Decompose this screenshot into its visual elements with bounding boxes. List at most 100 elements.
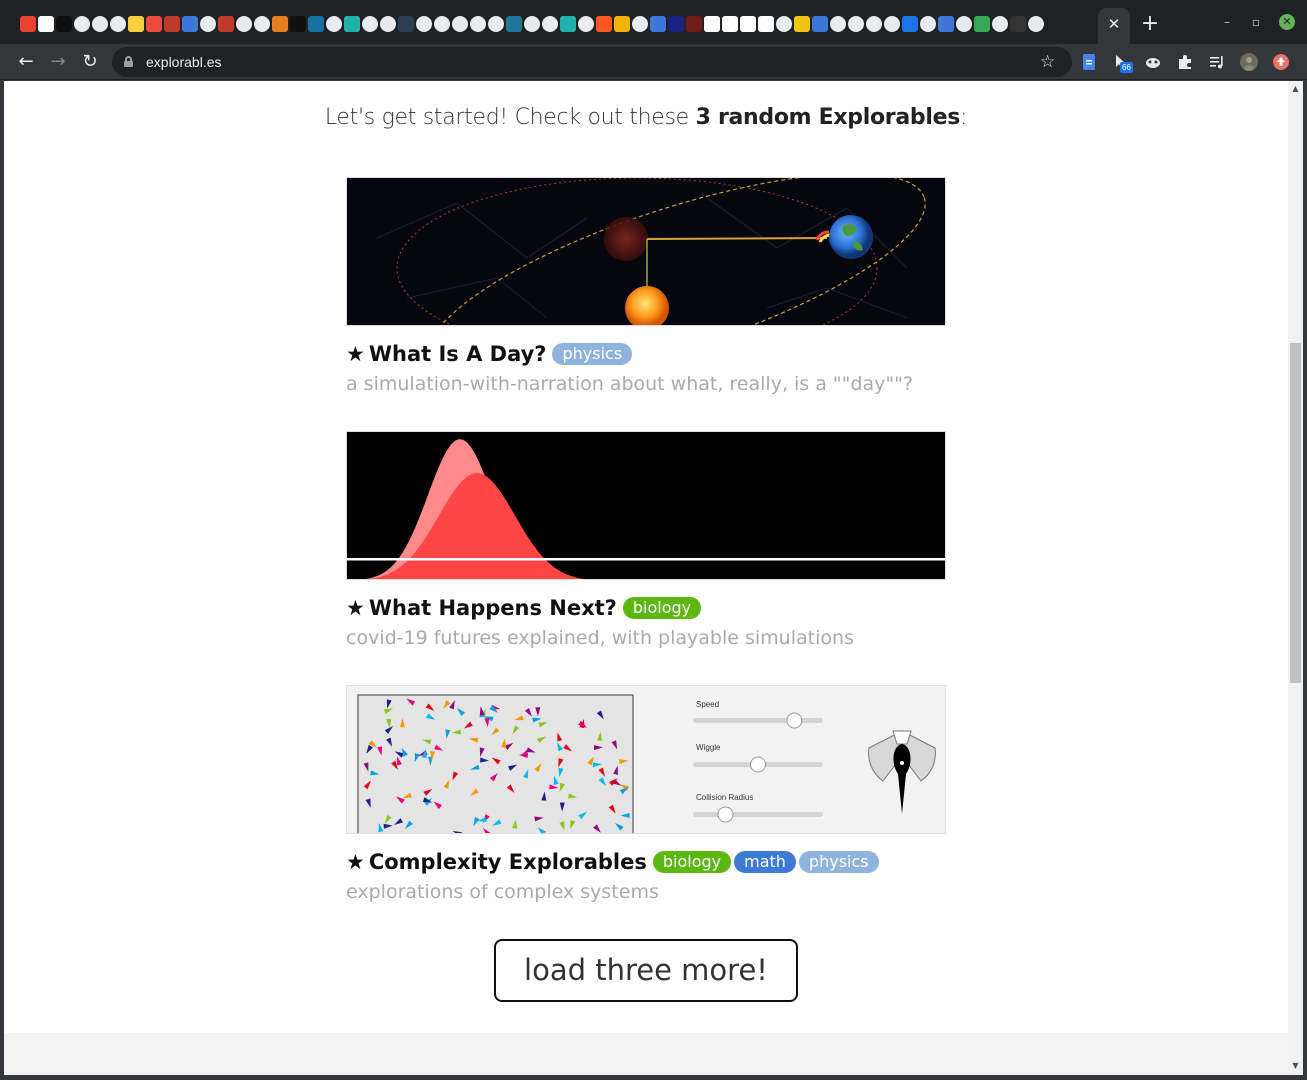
- tag-physics[interactable]: physics: [798, 851, 879, 873]
- tab-favicon[interactable]: [56, 16, 72, 32]
- tab-favicon[interactable]: [704, 16, 720, 32]
- tag-math[interactable]: math: [734, 851, 796, 873]
- tag-physics[interactable]: physics: [552, 343, 633, 365]
- tab-favicon[interactable]: [578, 16, 594, 32]
- profile-avatar[interactable]: [1240, 53, 1258, 71]
- tab-favicon[interactable]: [650, 16, 666, 32]
- scrollbar-thumb[interactable]: [1290, 343, 1301, 683]
- update-icon[interactable]: [1272, 53, 1290, 71]
- tab-favicon[interactable]: [110, 16, 126, 32]
- tab-favicon[interactable]: [722, 16, 738, 32]
- card-thumbnail[interactable]: Speed Wiggle Collision Radius: [346, 685, 946, 834]
- address-bar[interactable]: explorabl.es ☆: [112, 47, 1072, 77]
- tab-favicon[interactable]: [362, 16, 378, 32]
- card-title-row: ★ What Is A Day? physics: [346, 339, 635, 369]
- tab-favicon[interactable]: [614, 16, 630, 32]
- tab-favicon[interactable]: [326, 16, 342, 32]
- card-title[interactable]: What Happens Next?: [369, 596, 617, 620]
- reload-icon[interactable]: ↻: [78, 50, 102, 74]
- tab-favicon[interactable]: [776, 16, 792, 32]
- tab-favicon[interactable]: [38, 16, 54, 32]
- tab-favicon[interactable]: [218, 16, 234, 32]
- tab-favicon[interactable]: [182, 16, 198, 32]
- tab-favicon[interactable]: [506, 16, 522, 32]
- maximize-window-icon[interactable]: ▫: [1248, 14, 1264, 30]
- speed-slider-knob[interactable]: [786, 712, 803, 729]
- tab-favicon[interactable]: [668, 16, 684, 32]
- tab-favicon[interactable]: [20, 16, 36, 32]
- tab-favicon[interactable]: [866, 16, 882, 32]
- tag-biology[interactable]: biology: [622, 597, 702, 619]
- intro-prefix: Let's get started! Check out these: [324, 105, 696, 130]
- tab-favicon[interactable]: [1010, 16, 1026, 32]
- epidemic-curve-image: [347, 432, 945, 579]
- tab-favicon[interactable]: [344, 16, 360, 32]
- tab-favicon[interactable]: [398, 16, 414, 32]
- wiggle-slider-knob[interactable]: [750, 756, 766, 773]
- tab-favicon[interactable]: [938, 16, 954, 32]
- card-description: covid-19 futures explained, with playabl…: [346, 627, 854, 649]
- intro-text: Let's get started! Check out these 3 ran…: [4, 105, 1288, 130]
- mask-extension-icon[interactable]: [1144, 53, 1162, 71]
- extensions-puzzle-icon[interactable]: [1176, 53, 1194, 71]
- close-window-icon[interactable]: ✕: [1279, 14, 1295, 30]
- tab-favicon[interactable]: [164, 16, 180, 32]
- tab-favicon[interactable]: [146, 16, 162, 32]
- tab-favicon[interactable]: [740, 16, 756, 32]
- tab-favicon[interactable]: [236, 16, 252, 32]
- tab-favicon[interactable]: [596, 16, 612, 32]
- tab-favicon[interactable]: [416, 16, 432, 32]
- tab-favicon[interactable]: [380, 16, 396, 32]
- tab-favicon[interactable]: [758, 16, 774, 32]
- tab-favicon[interactable]: [974, 16, 990, 32]
- tab-favicon[interactable]: [272, 16, 288, 32]
- minimize-window-icon[interactable]: –: [1219, 14, 1235, 30]
- bookmark-star-icon[interactable]: ☆: [1040, 47, 1055, 77]
- tab-favicon[interactable]: [1028, 16, 1044, 32]
- new-tab-button[interactable]: +: [1140, 13, 1160, 35]
- star-icon: ★: [346, 596, 365, 620]
- tab-favicon[interactable]: [470, 16, 486, 32]
- tab-favicon[interactable]: [812, 16, 828, 32]
- forward-arrow-icon[interactable]: →: [46, 50, 70, 74]
- reading-list-icon[interactable]: [1208, 53, 1226, 71]
- tab-favicon[interactable]: [542, 16, 558, 32]
- load-three-more-button[interactable]: load three more!: [494, 939, 798, 1002]
- card-thumbnail[interactable]: [346, 431, 946, 580]
- tab-favicon[interactable]: [524, 16, 540, 32]
- card-title[interactable]: What Is A Day?: [369, 342, 547, 366]
- tab-favicon[interactable]: [488, 16, 504, 32]
- tab-favicon[interactable]: [200, 16, 216, 32]
- tab-favicon[interactable]: [686, 16, 702, 32]
- card-title[interactable]: Complexity Explorables: [369, 850, 647, 874]
- tab-favicon[interactable]: [452, 16, 468, 32]
- tab-favicon[interactable]: [128, 16, 144, 32]
- tab-favicon[interactable]: [308, 16, 324, 32]
- tab-favicon[interactable]: [902, 16, 918, 32]
- tab-favicon[interactable]: [74, 16, 90, 32]
- tab-favicon[interactable]: [632, 16, 648, 32]
- tab-favicon[interactable]: [254, 16, 270, 32]
- tab-favicon[interactable]: [992, 16, 1008, 32]
- tab-favicon[interactable]: [434, 16, 450, 32]
- tab-favicon[interactable]: [920, 16, 936, 32]
- docs-extension-icon[interactable]: [1080, 53, 1098, 71]
- tab-favicon[interactable]: [560, 16, 576, 32]
- tag-biology[interactable]: biology: [652, 851, 732, 873]
- tab-favicon[interactable]: [290, 16, 306, 32]
- tab-favicon[interactable]: [830, 16, 846, 32]
- tab-favicon[interactable]: [92, 16, 108, 32]
- collision-slider-knob[interactable]: [717, 806, 734, 823]
- tab-favicon[interactable]: [956, 16, 972, 32]
- url-text[interactable]: explorabl.es: [146, 47, 222, 77]
- tab-favicon[interactable]: [794, 16, 810, 32]
- lock-icon[interactable]: [124, 56, 133, 67]
- back-arrow-icon[interactable]: ←: [14, 50, 38, 74]
- scroll-up-arrow-icon[interactable]: ▲: [1290, 84, 1301, 94]
- close-tab-icon[interactable]: ✕: [1106, 16, 1122, 32]
- card-thumbnail[interactable]: [346, 177, 946, 326]
- tab-favicon[interactable]: [848, 16, 864, 32]
- scroll-down-arrow-icon[interactable]: ▼: [1290, 1061, 1301, 1071]
- vertical-scrollbar[interactable]: ▲ ▼: [1288, 81, 1303, 1075]
- tab-favicon[interactable]: [884, 16, 900, 32]
